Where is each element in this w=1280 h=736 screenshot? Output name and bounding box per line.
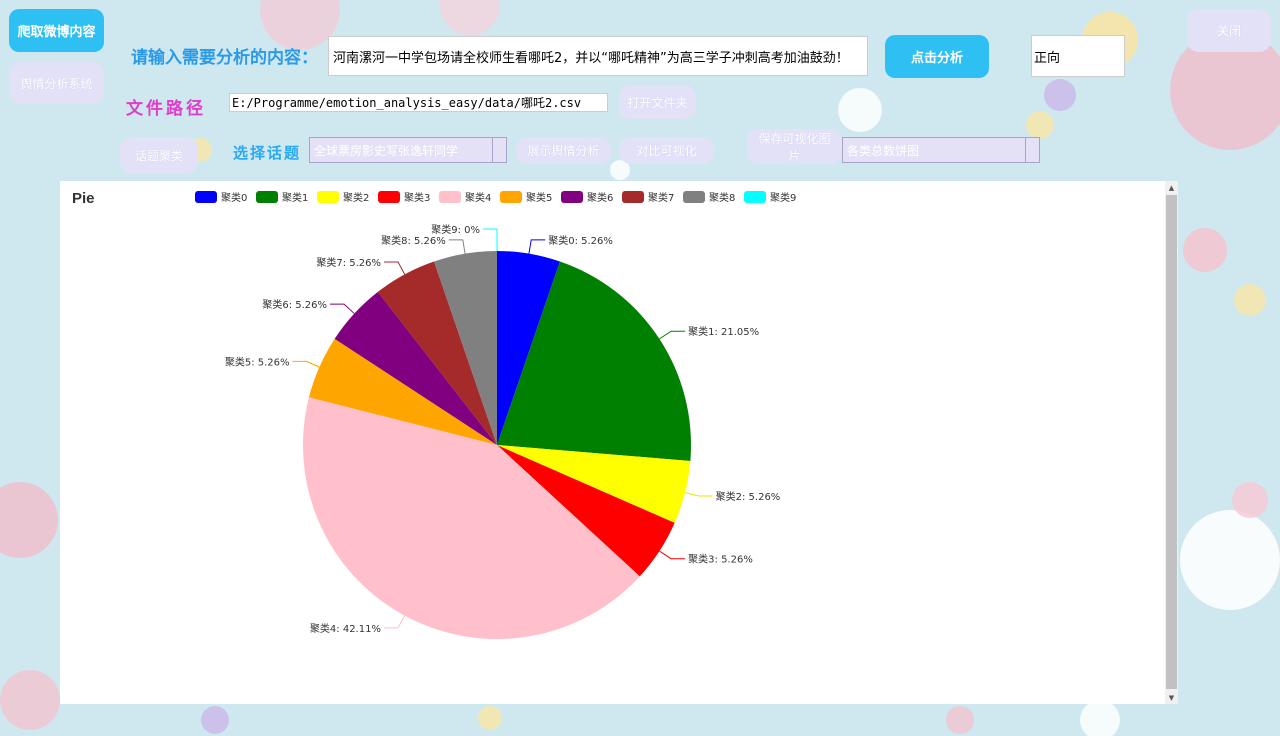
- leader-line-6: [330, 303, 355, 314]
- chevron-down-icon[interactable]: [492, 138, 506, 162]
- leader-line-8: [448, 239, 466, 254]
- scroll-down-icon[interactable]: ▼: [1165, 691, 1178, 704]
- legend-label-2: 聚类2: [343, 191, 369, 204]
- slice-label-1: 聚类1: 21.05%: [688, 325, 759, 338]
- leader-line-5: [292, 360, 320, 368]
- input-prompt-label: 请输入需要分析的内容：: [131, 48, 318, 68]
- legend-swatch-9: [744, 191, 766, 203]
- vertical-scrollbar[interactable]: ▲ ▼: [1165, 181, 1178, 704]
- legend-label-4: 聚类4: [465, 191, 491, 204]
- legend-swatch-8: [683, 191, 705, 203]
- chevron-down-icon[interactable]: [1025, 138, 1039, 162]
- leader-line-3: [659, 550, 686, 560]
- slice-label-4: 聚类4: 42.11%: [310, 622, 381, 635]
- chart-panel: Pie 聚类0 聚类1 聚类2 聚类3 聚类4 聚类5 聚类6 聚类7 聚类8 聚类9 聚类0: 5.…: [60, 181, 1178, 704]
- legend-swatch-2: [317, 191, 339, 203]
- slice-label-7: 聚类7: 5.26%: [316, 256, 381, 269]
- chart-type-select[interactable]: 各类总数饼图: [842, 137, 1040, 163]
- content-input[interactable]: 河南漯河一中学包场请全校师生看哪吒2，并以“哪吒精神”为高三学子冲刺高考加油鼓劲…: [328, 36, 868, 76]
- legend-swatch-3: [378, 191, 400, 203]
- legend-swatch-6: [561, 191, 583, 203]
- file-path-input[interactable]: E:/Programme/emotion_analysis_easy/data/…: [229, 93, 608, 112]
- slice-label-2: 聚类2: 5.26%: [716, 490, 781, 503]
- legend-label-8: 聚类8: [709, 191, 735, 204]
- legend-swatch-0: [195, 191, 217, 203]
- sentiment-result-field: 正向: [1031, 35, 1125, 77]
- scroll-thumb[interactable]: [1166, 195, 1177, 689]
- close-button[interactable]: 关闭: [1187, 9, 1271, 52]
- leader-line-0: [528, 239, 546, 254]
- sentiment-system-button[interactable]: 舆情分析系统: [9, 62, 104, 104]
- topic-select[interactable]: 全球票房影史写张逸轩同学: [309, 137, 507, 163]
- leader-line-4: [383, 615, 406, 629]
- analyze-button[interactable]: 点击分析: [885, 35, 989, 78]
- legend-label-3: 聚类3: [404, 191, 430, 204]
- chart-type-select-value: 各类总数饼图: [847, 143, 920, 158]
- leader-line-7: [384, 261, 406, 275]
- legend-label-6: 聚类6: [587, 191, 613, 204]
- leader-line-9: [483, 228, 498, 251]
- legend-label-5: 聚类5: [526, 191, 552, 204]
- legend-swatch-1: [256, 191, 278, 203]
- legend-swatch-7: [622, 191, 644, 203]
- legend-label-9: 聚类9: [770, 191, 796, 204]
- topic-cluster-button[interactable]: 话题聚类: [120, 137, 198, 173]
- slice-label-9: 聚类9: 0%: [431, 223, 480, 236]
- slice-label-3: 聚类3: 5.26%: [688, 553, 753, 566]
- legend-label-0: 聚类0: [221, 191, 247, 204]
- scroll-up-icon[interactable]: ▲: [1165, 181, 1178, 194]
- leader-line-1: [659, 330, 686, 340]
- slice-label-0: 聚类0: 5.26%: [548, 234, 613, 247]
- legend-swatch-5: [500, 191, 522, 203]
- compare-viz-button[interactable]: 对比可视化: [619, 137, 714, 164]
- file-path-label: 文件路径: [126, 99, 206, 119]
- legend-label-7: 聚类7: [648, 191, 674, 204]
- slice-label-5: 聚类5: 5.26%: [225, 355, 290, 368]
- pie-chart: Pie 聚类0 聚类1 聚类2 聚类3 聚类4 聚类5 聚类6 聚类7 聚类8 聚类9 聚类0: 5.…: [72, 190, 796, 639]
- open-folder-button[interactable]: 打开文件夹: [619, 85, 696, 119]
- topic-select-value: 全球票房影史写张逸轩同学: [314, 143, 459, 158]
- crawl-weibo-button[interactable]: 爬取微博内容: [9, 9, 104, 52]
- chart-title: Pie: [72, 190, 95, 207]
- show-sentiment-button[interactable]: 展示舆情分析: [516, 137, 611, 164]
- select-topic-label: 选择话题: [233, 144, 302, 162]
- slice-label-6: 聚类6: 5.26%: [262, 298, 327, 311]
- legend-label-1: 聚类1: [282, 191, 308, 204]
- legend-swatch-4: [439, 191, 461, 203]
- save-viz-button[interactable]: 保存可视化图片: [747, 129, 842, 164]
- leader-line-2: [684, 492, 713, 497]
